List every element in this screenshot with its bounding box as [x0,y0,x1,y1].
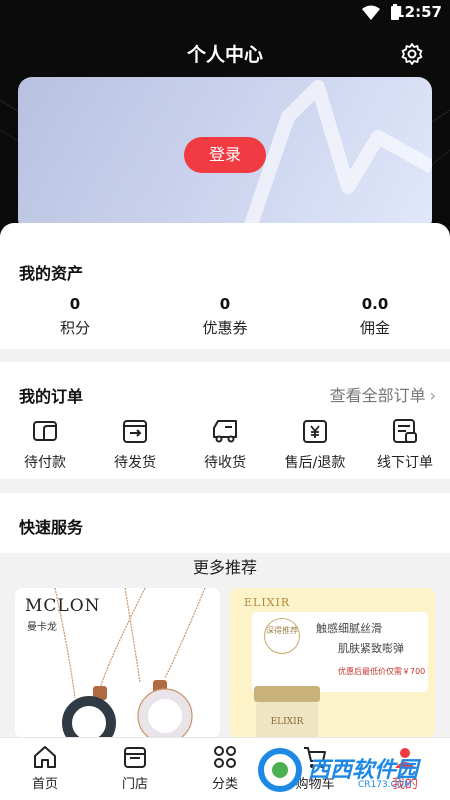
asset-value: 0 [69,295,81,313]
order-pending-receipt[interactable]: 待收货 [180,416,270,472]
refund-icon [303,420,327,443]
chevron-right-icon: › [429,386,436,405]
order-offline[interactable]: 线下订单 [360,416,450,472]
order-label: 待付款 [24,455,66,471]
asset-value: 0.0 [361,295,389,313]
watermark-emblem-icon [258,748,302,792]
grid-icon [214,746,236,768]
order-label: 待收货 [204,455,246,471]
asset-label: 佣金 [359,319,390,337]
promo-line: 触感细腻丝滑 [316,622,382,635]
order-label: 售后/退款 [284,455,346,471]
promo-price: 优惠后最低价仅需￥700 [338,667,426,676]
status-time: 12:57 [394,3,442,21]
gear-icon[interactable] [400,42,424,66]
assets-title: 我的资产 [19,264,84,283]
order-after-sales[interactable]: 售后/退款 [270,416,360,472]
tab-label: 首页 [31,777,58,792]
view-all-label: 查看全部订单 [329,386,426,405]
asset-points[interactable]: 0 积分 [15,295,135,338]
asset-label: 优惠券 [202,319,248,337]
asset-value: 0 [219,295,231,313]
watermark-sub: CR173.COM [358,780,412,790]
watermark-logo: 西西软件园 CR173.COM [248,744,434,796]
orders-title: 我的订单 [19,387,84,406]
store-icon [124,747,146,768]
order-pending-shipment[interactable]: 待发货 [90,416,180,472]
quick-services-section: 快速服务 [0,493,450,553]
order-label: 线下订单 [377,455,433,471]
order-label: 待发货 [114,455,156,471]
asset-coupons[interactable]: 0 优惠券 [165,295,285,338]
view-all-orders-link[interactable]: 查看全部订单 › [330,382,436,406]
product-card[interactable]: MCLON 曼卡龙 [15,588,220,738]
promo-line: 肌肤紧致嘭弹 [338,642,404,655]
tab-home[interactable]: 首页 [10,744,80,792]
receipt-icon [393,419,417,443]
status-bar: 12:57 [0,0,450,26]
wallet-icon [33,421,57,441]
product-card[interactable]: ELIXIR 深得推荐 触感细腻丝滑 肌肤紧致嘭弹 优惠后最低价仅需￥700 E… [230,588,435,738]
home-icon [34,746,56,768]
promo-badge: 深得推荐 [264,618,300,654]
login-card: 登录 [18,77,432,233]
product-brand: ELIXIR [244,596,291,609]
necklace-image [54,588,206,738]
login-button[interactable]: 登录 [184,137,266,173]
tab-label: 门店 [121,777,148,792]
assets-section: 我的资产 0 积分 0 优惠券 0.0 佣金 [0,223,450,349]
wifi-icon [362,5,380,20]
asset-label: 积分 [59,319,90,337]
page-title: 个人中心 [186,44,263,66]
quick-services-title: 快速服务 [19,518,84,537]
tab-store[interactable]: 门店 [100,744,170,792]
orders-section: 我的订单 查看全部订单 › 待付款 待发货 待收货 售后/退款 线下订单 [0,362,450,479]
jar-label: ELIXIR [271,717,304,727]
recommend-title: 更多推荐 [192,558,257,577]
truck-icon [213,420,237,443]
asset-commission[interactable]: 0.0 佣金 [315,295,435,338]
order-pending-payment[interactable]: 待付款 [0,416,90,472]
cream-jar-image: ELIXIR [254,686,320,738]
box-send-icon [123,420,147,443]
